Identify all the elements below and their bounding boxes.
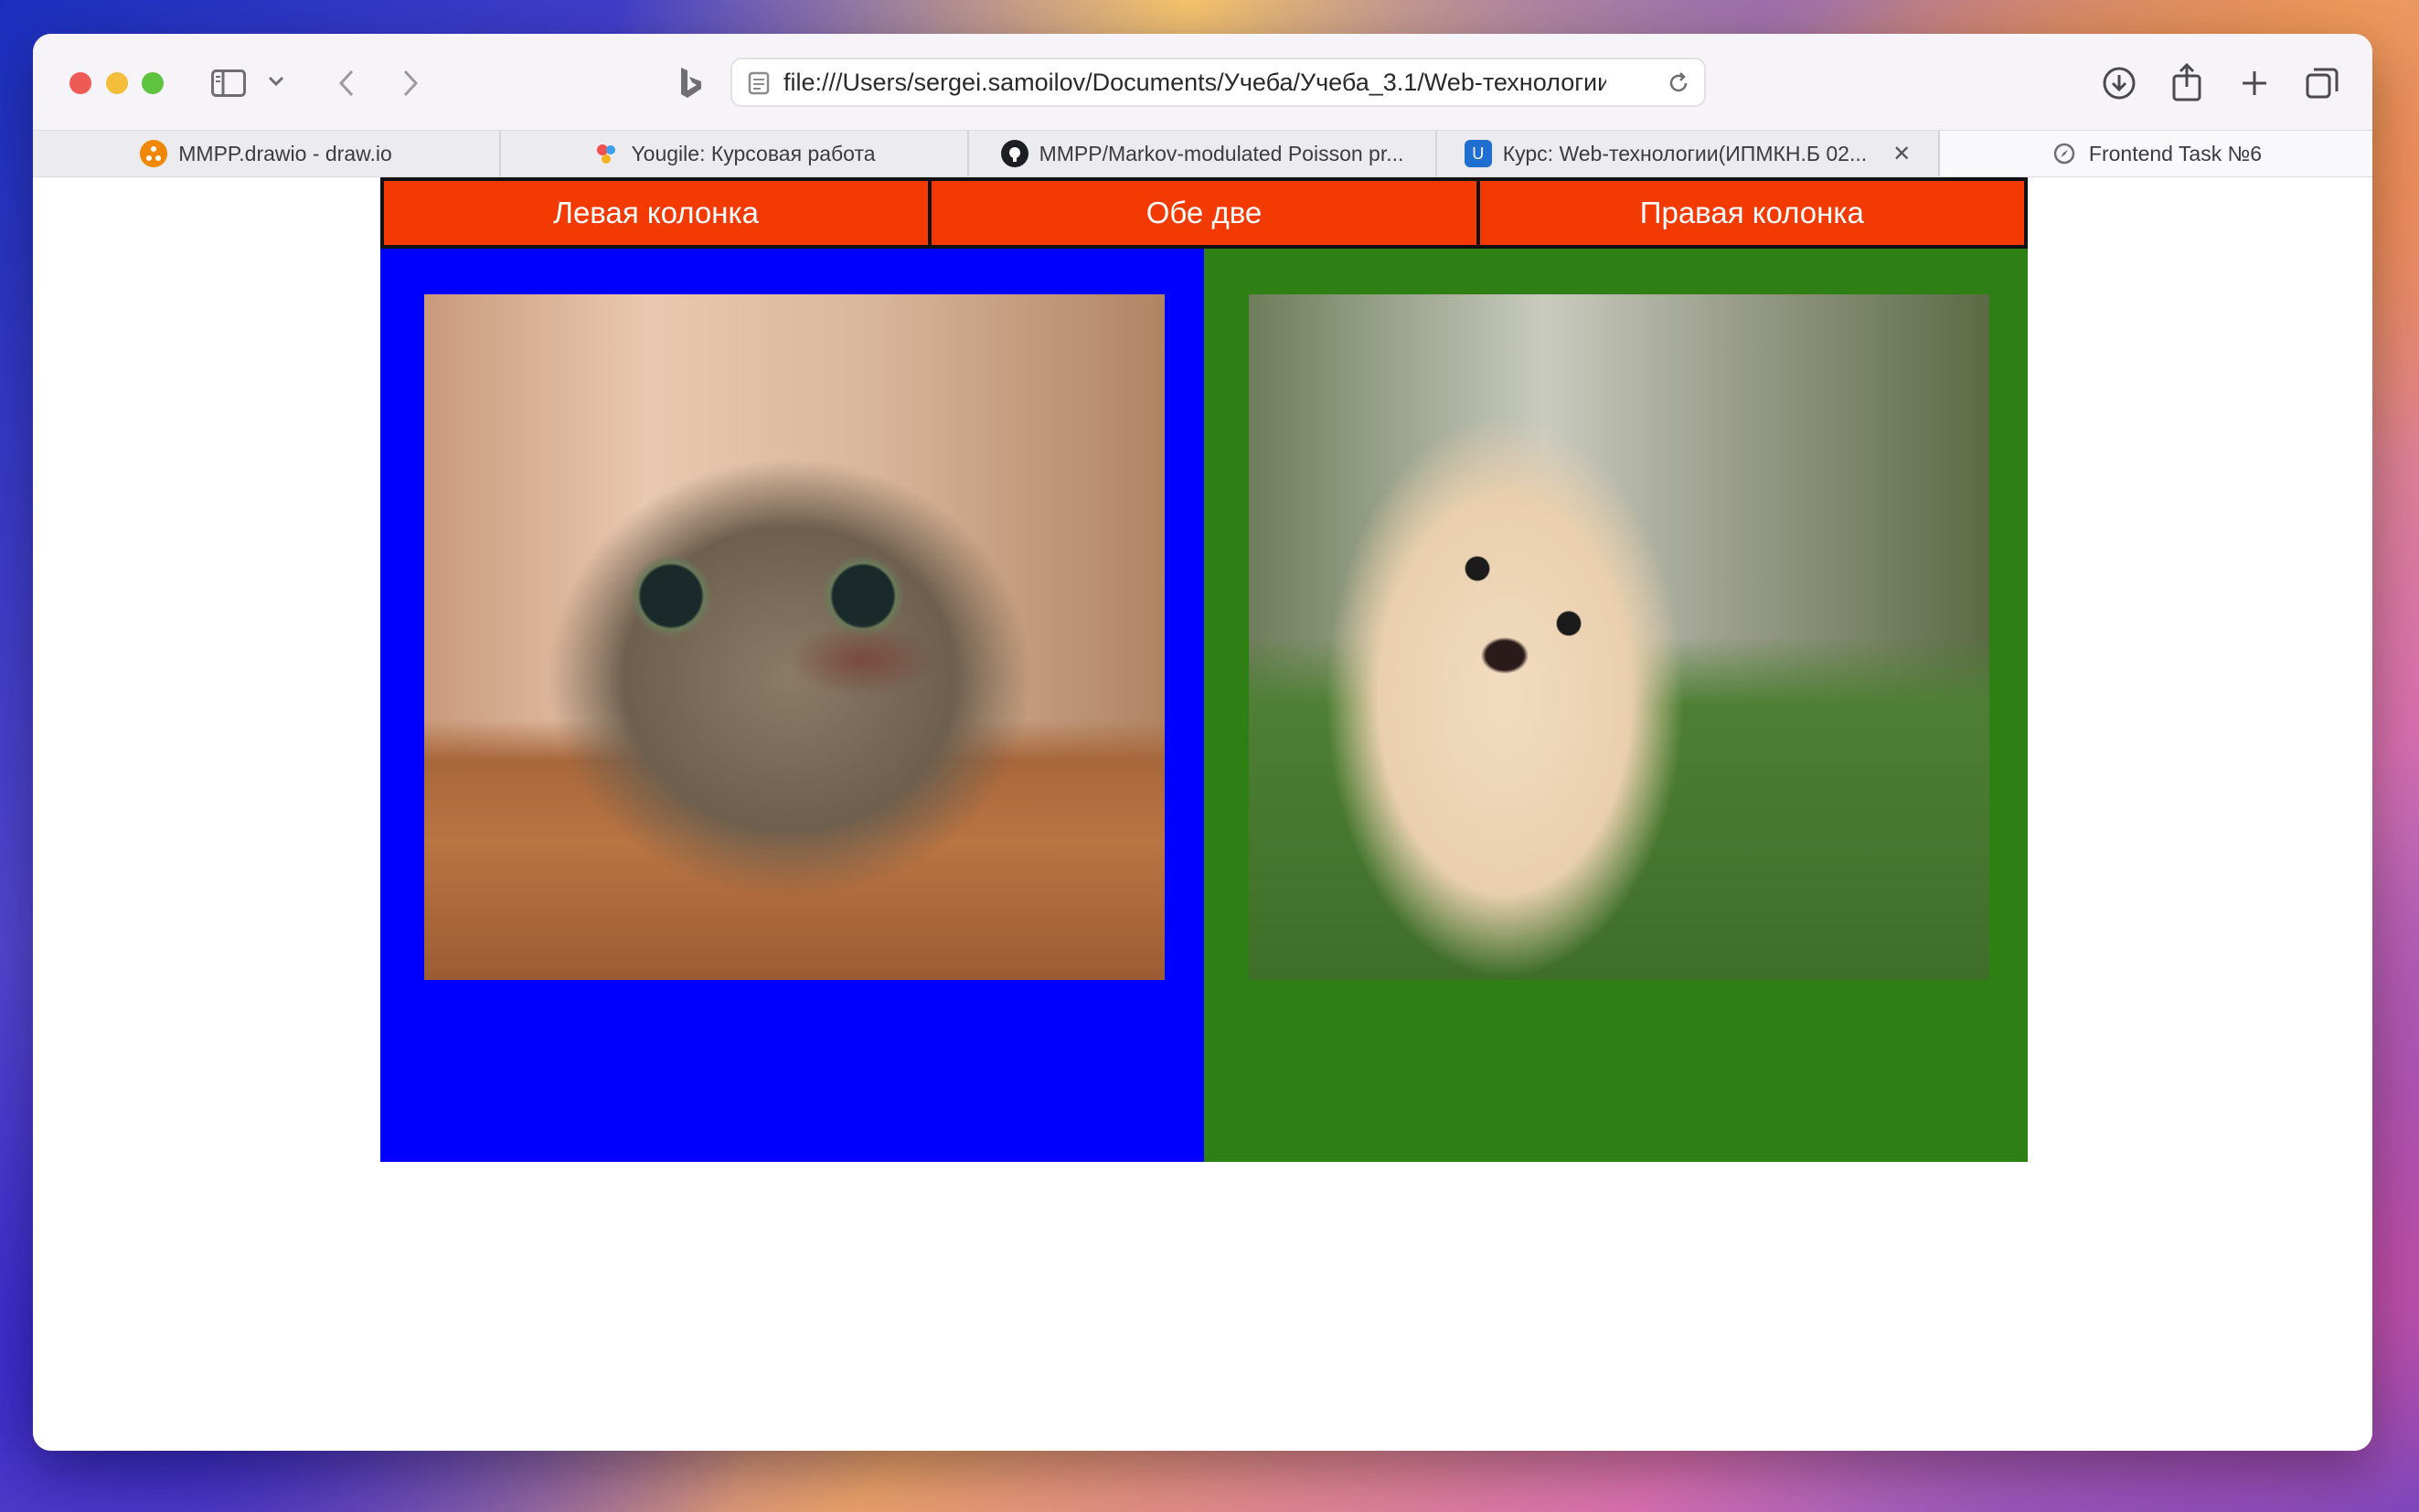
- tab-label: Frontend Task №6: [2088, 141, 2263, 165]
- back-icon[interactable]: [328, 65, 365, 101]
- address-bar[interactable]: file:///Users/sergei.samoilov/Documents/…: [730, 58, 1706, 107]
- column-nav: Левая колонка Обе две Правая колонка: [380, 177, 2028, 249]
- chevron-down-icon[interactable]: [265, 70, 287, 92]
- window-close-button[interactable]: [69, 72, 91, 94]
- left-column-button[interactable]: Левая колонка: [380, 177, 932, 249]
- reload-icon[interactable]: [1665, 69, 1692, 97]
- left-column: [380, 249, 1204, 1162]
- tab-label: Yougile: Курсовая работа: [631, 141, 876, 165]
- close-tab-icon[interactable]: ✕: [1892, 141, 1911, 167]
- new-tab-icon[interactable]: [2234, 63, 2275, 103]
- browser-window: file:///Users/sergei.samoilov/Documents/…: [33, 34, 2372, 1451]
- dog-photo: [1249, 294, 1989, 980]
- tab-drawio[interactable]: MMPP.drawio - draw.io: [33, 131, 501, 176]
- right-column: [1204, 249, 2028, 1162]
- right-column-button[interactable]: Правая колонка: [1479, 177, 2028, 249]
- page-menu-icon[interactable]: [745, 69, 773, 97]
- tab-github[interactable]: MMPP/Markov-modulated Poisson pr...: [969, 131, 1437, 176]
- tab-label: MMPP/Markov-modulated Poisson pr...: [1039, 141, 1404, 165]
- address-text[interactable]: file:///Users/sergei.samoilov/Documents/…: [783, 59, 1606, 105]
- drawio-icon: [140, 140, 168, 167]
- share-icon[interactable]: [2167, 61, 2207, 103]
- forward-icon[interactable]: [392, 65, 429, 101]
- tab-university[interactable]: U Курс: Web-технологии(ИПМКН.Б 02... ✕: [1437, 131, 1940, 176]
- both-columns-button[interactable]: Обе две: [932, 177, 1480, 249]
- tab-yougile[interactable]: Yougile: Курсовая работа: [501, 131, 969, 176]
- university-icon: U: [1464, 140, 1492, 167]
- tab-frontend-task[interactable]: Frontend Task №6: [1940, 131, 2372, 176]
- yougile-icon: [592, 140, 620, 167]
- compass-icon: [2051, 140, 2078, 167]
- window-minimize-button[interactable]: [106, 72, 128, 94]
- browser-toolbar: file:///Users/sergei.samoilov/Documents/…: [33, 34, 2372, 130]
- tab-label: Курс: Web-технологии(ИПМКН.Б 02...: [1502, 141, 1868, 165]
- tab-overview-icon[interactable]: [2302, 63, 2342, 103]
- bing-icon[interactable]: [673, 63, 709, 103]
- tab-label: MMPP.drawio - draw.io: [178, 141, 392, 165]
- cat-photo: [424, 294, 1165, 980]
- window-zoom-button[interactable]: [142, 72, 164, 94]
- tab-bar: MMPP.drawio - draw.io Yougile: Курсовая …: [33, 130, 2372, 177]
- sidebar-toggle-icon[interactable]: [210, 65, 247, 101]
- github-icon: [1000, 140, 1028, 167]
- downloads-icon[interactable]: [2099, 63, 2139, 103]
- page-content: Левая колонка Обе две Правая колонка: [33, 177, 2372, 1451]
